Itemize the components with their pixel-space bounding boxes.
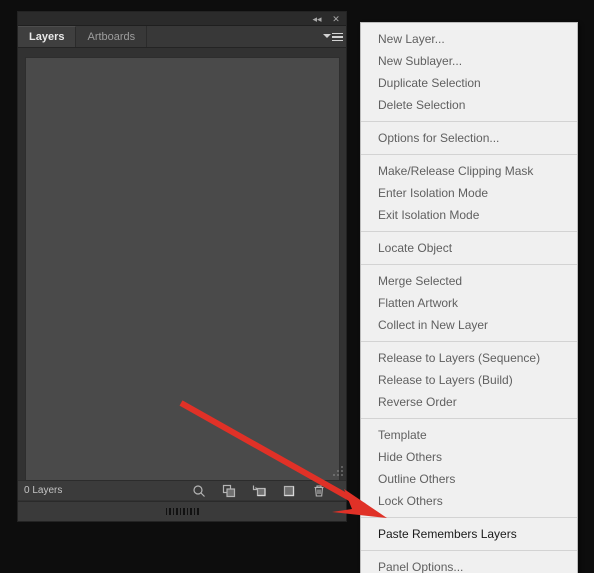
menu-item-label: Hide Others [378,450,443,464]
menu-separator [361,550,577,551]
panel-drag-handle[interactable] [18,501,346,521]
tab-artboards[interactable]: Artboards [76,26,148,47]
menu-item-exit-isolation-mode[interactable]: Exit Isolation Mode [361,204,577,226]
hamburger-icon [332,32,343,42]
menu-separator [361,121,577,122]
menu-group-others: Template Hide Others Outline Others Lock… [361,424,577,512]
collapse-double-arrow-icon[interactable]: ◂◂ [311,13,323,25]
menu-item-release-to-layers-build[interactable]: Release to Layers (Build) [361,369,577,391]
menu-item-label: Duplicate Selection [378,76,481,90]
menu-item-template[interactable]: Template [361,424,577,446]
grip-dots-icon [165,508,199,515]
chevron-down-icon [323,33,331,38]
locate-object-icon[interactable] [192,484,206,498]
menu-item-label: Make/Release Clipping Mask [378,164,534,178]
titlebar-buttons: ◂◂ ✕ [311,13,342,25]
layers-panel: ◂◂ ✕ Layers Artboards 0 Layers [17,11,347,522]
menu-item-release-to-layers-sequence[interactable]: Release to Layers (Sequence) [361,347,577,369]
menu-separator [361,154,577,155]
menu-separator [361,264,577,265]
menu-item-make-release-clipping-mask[interactable]: Make/Release Clipping Mask [361,160,577,182]
menu-item-label: Exit Isolation Mode [378,208,480,222]
tabbar-filler [147,26,346,47]
menu-item-reverse-order[interactable]: Reverse Order [361,391,577,413]
menu-item-label: Collect in New Layer [378,318,489,332]
panel-tabbar: Layers Artboards [18,26,346,48]
menu-separator [361,231,577,232]
delete-selection-icon[interactable] [312,484,326,498]
menu-item-label: New Layer... [378,32,445,46]
menu-item-locate-object[interactable]: Locate Object [361,237,577,259]
screen-root: ◂◂ ✕ Layers Artboards 0 Layers New Layer… [0,0,594,573]
menu-item-options-for-selection[interactable]: Options for Selection... [361,127,577,149]
menu-item-label: Merge Selected [378,274,463,288]
layers-count-label: 0 Layers [24,485,63,496]
menu-item-label: Flatten Artwork [378,296,459,310]
menu-item-paste-remembers-layers[interactable]: Paste Remembers Layers [361,523,577,545]
menu-item-label: Lock Others [378,494,443,508]
panel-menu-button[interactable] [323,30,343,44]
menu-group-release: Release to Layers (Sequence) Release to … [361,347,577,413]
menu-item-delete-selection[interactable]: Delete Selection [361,94,577,116]
menu-item-panel-options[interactable]: Panel Options... [361,556,577,573]
menu-item-enter-isolation-mode[interactable]: Enter Isolation Mode [361,182,577,204]
menu-group-locate: Locate Object [361,237,577,259]
layers-footer-icons [192,484,340,498]
menu-item-label: Template [378,428,427,442]
resize-grip-icon[interactable] [331,464,343,476]
close-icon[interactable]: ✕ [330,13,342,25]
menu-group-panel-options: Panel Options... [361,556,577,573]
menu-item-collect-in-new-layer[interactable]: Collect in New Layer [361,314,577,336]
menu-item-label: Panel Options... [378,560,464,573]
layers-panel-footer: 0 Layers [18,466,346,500]
create-new-layer-icon[interactable] [282,484,296,498]
menu-separator [361,341,577,342]
menu-item-label: Options for Selection... [378,131,500,145]
menu-item-label: Release to Layers (Build) [378,373,513,387]
menu-item-label: Delete Selection [378,98,466,112]
tab-layers-label: Layers [29,31,65,43]
menu-group-paste: Paste Remembers Layers [361,523,577,545]
menu-separator [361,517,577,518]
menu-item-label: Reverse Order [378,395,457,409]
menu-item-label: Release to Layers (Sequence) [378,351,541,365]
tab-artboards-label: Artboards [87,30,136,43]
menu-item-label: Outline Others [378,472,456,486]
menu-group-merge: Merge Selected Flatten Artwork Collect i… [361,270,577,336]
layers-list-area[interactable] [25,57,340,500]
menu-item-hide-others[interactable]: Hide Others [361,446,577,468]
menu-group-new: New Layer... New Sublayer... Duplicate S… [361,28,577,116]
menu-item-flatten-artwork[interactable]: Flatten Artwork [361,292,577,314]
layers-panel-context-menu: New Layer... New Sublayer... Duplicate S… [360,22,578,573]
menu-item-merge-selected[interactable]: Merge Selected [361,270,577,292]
menu-group-mask-isolation: Make/Release Clipping Mask Enter Isolati… [361,160,577,226]
menu-item-label: Locate Object [378,241,453,255]
menu-item-duplicate-selection[interactable]: Duplicate Selection [361,72,577,94]
create-new-sublayer-icon[interactable] [252,484,266,498]
menu-item-new-sublayer[interactable]: New Sublayer... [361,50,577,72]
menu-item-new-layer[interactable]: New Layer... [361,28,577,50]
menu-separator [361,418,577,419]
menu-item-label: Paste Remembers Layers [378,527,517,541]
menu-group-options: Options for Selection... [361,127,577,149]
menu-item-lock-others[interactable]: Lock Others [361,490,577,512]
menu-item-outline-others[interactable]: Outline Others [361,468,577,490]
tab-layers[interactable]: Layers [18,26,77,47]
make-clipping-mask-icon[interactable] [222,484,236,498]
menu-item-label: New Sublayer... [378,54,463,68]
menu-item-label: Enter Isolation Mode [378,186,489,200]
panel-titlebar: ◂◂ ✕ [18,12,346,26]
